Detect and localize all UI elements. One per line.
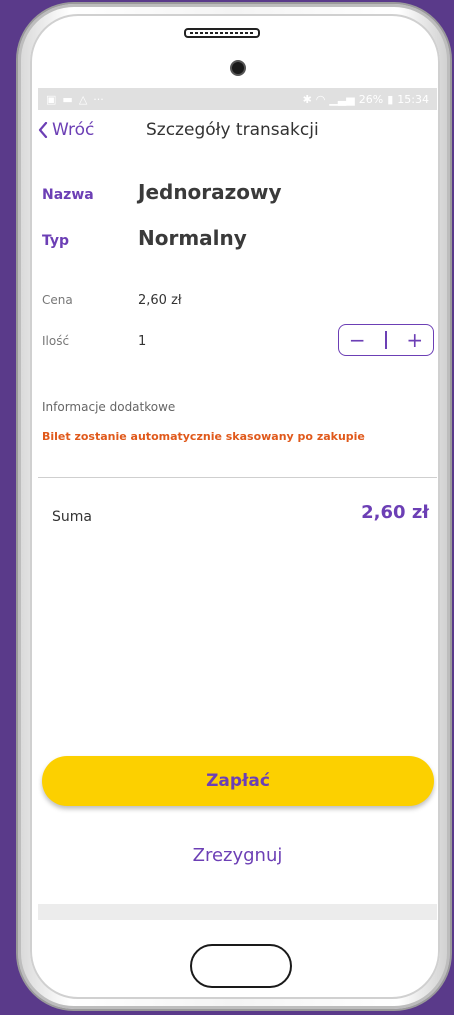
cancel-button[interactable]: Zrezygnuj [38,845,437,866]
status-bar: ▣ ▬ △ ··· ✱ ◠ ▁▃▅ 26% ▮ 15:34 [38,88,437,110]
chat-icon: ▬ [62,92,73,106]
additional-info-text: Bilet zostanie automatycznie skasowany p… [42,430,365,443]
battery-percent: 26% [358,92,384,106]
ticket-type-row: Typ Normalny [42,226,247,250]
app-header: Wróć Szczegóły transakcji [38,110,437,158]
quantity-row: Ilość 1 [42,334,146,349]
home-button[interactable] [190,944,292,988]
sum-value: 2,60 zł [361,502,429,523]
decrement-button[interactable]: − [349,330,366,350]
signal-icon: ▁▃▅ [329,92,355,106]
ticket-name-row: Nazwa Jednorazowy [42,180,282,204]
app-screen: ▣ ▬ △ ··· ✱ ◠ ▁▃▅ 26% ▮ 15:34 Wróć Szcze… [38,88,437,920]
battery-icon: ▮ [387,92,394,106]
status-right-icons: ✱ ◠ ▁▃▅ 26% ▮ 15:34 [303,93,429,106]
ticket-name-value: Jednorazowy [138,180,282,204]
ticket-type-label: Typ [42,233,70,249]
notification-icon: △ [78,92,88,106]
price-row: Cena 2,60 zł [42,293,182,308]
section-divider [38,477,437,478]
front-camera [230,60,246,76]
quantity-stepper[interactable]: − + [338,324,434,356]
screen-bottom-bar [38,904,437,920]
increment-button[interactable]: + [406,330,423,350]
sum-label: Suma [52,509,92,525]
clock: 15:34 [397,92,429,106]
chevron-left-icon [38,122,48,138]
back-label: Wróć [52,120,95,140]
back-button[interactable]: Wróć [38,120,94,140]
ticket-name-label: Nazwa [42,187,94,203]
additional-info-title: Informacje dodatkowe [42,400,176,414]
page-title: Szczegóły transakcji [146,120,319,140]
price-value: 2,60 zł [138,293,182,308]
quantity-label: Ilość [42,334,70,348]
stepper-divider [385,331,387,349]
bluetooth-icon: ✱ [302,92,312,106]
ticket-type-value: Normalny [138,226,247,250]
status-left-icons: ▣ ▬ △ ··· [46,93,104,106]
price-label: Cena [42,293,73,307]
wifi-icon: ◠ [315,92,326,106]
more-icon: ··· [93,92,104,106]
pay-button[interactable]: Zapłać [42,756,434,806]
quantity-value: 1 [138,334,147,349]
image-icon: ▣ [46,92,57,106]
speaker-grille [184,28,260,38]
